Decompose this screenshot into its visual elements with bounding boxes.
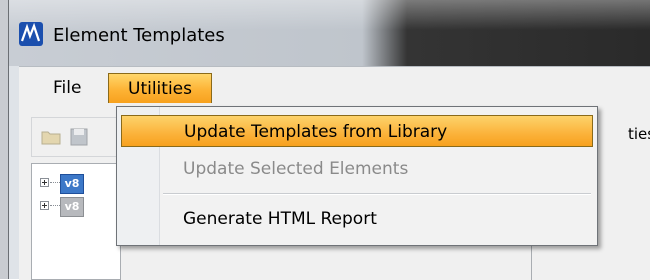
element-templates-window: Element Templates File Utilities v8 v8 t… bbox=[8, 0, 650, 280]
save-icon[interactable] bbox=[68, 126, 90, 148]
template-tree: v8 v8 bbox=[31, 163, 121, 280]
utilities-dropdown-menu: Update Templates from Library Update Sel… bbox=[116, 106, 598, 246]
window-title: Element Templates bbox=[53, 25, 225, 46]
update-templates-from-library-item[interactable]: Update Templates from Library bbox=[121, 115, 593, 147]
menu-bar: File Utilities bbox=[19, 67, 650, 107]
generate-html-report-item[interactable]: Generate HTML Report bbox=[121, 203, 593, 235]
microstation-logo-icon bbox=[19, 22, 43, 46]
open-folder-icon[interactable] bbox=[40, 126, 62, 148]
properties-label: ties bbox=[628, 125, 650, 143]
expand-icon[interactable] bbox=[40, 201, 49, 210]
v8-library-icon: v8 bbox=[60, 174, 84, 194]
expand-icon[interactable] bbox=[40, 178, 49, 187]
background-strip bbox=[0, 0, 8, 279]
update-selected-elements-item[interactable]: Update Selected Elements bbox=[121, 153, 593, 185]
menu-utilities[interactable]: Utilities bbox=[108, 73, 212, 103]
v8-library-icon: v8 bbox=[60, 197, 84, 217]
menu-file[interactable]: File bbox=[43, 73, 91, 103]
menu-separator bbox=[163, 193, 591, 195]
toolbar bbox=[31, 117, 123, 157]
title-bar[interactable]: Element Templates bbox=[9, 0, 650, 66]
